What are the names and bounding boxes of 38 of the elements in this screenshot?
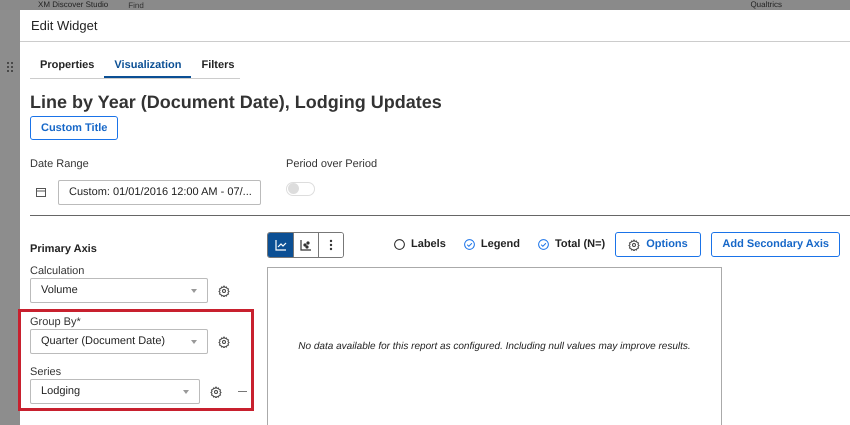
toggle-switch[interactable] xyxy=(286,182,315,196)
options-button[interactable]: Options xyxy=(615,232,701,257)
caret-icon xyxy=(191,340,197,344)
settings-icon[interactable] xyxy=(218,284,230,296)
dropdown[interactable]: Quarter (Document Date) xyxy=(30,329,208,354)
line-chart-icon xyxy=(274,238,286,250)
dialog-title: Edit Widget xyxy=(31,16,98,35)
app-title: XM Discover Studio xyxy=(38,1,108,9)
widget-title: Line by Year (Document Date), Lodging Updates xyxy=(30,91,443,113)
field-label: Series xyxy=(30,366,62,379)
caret-icon xyxy=(191,288,197,292)
date-range-dropdown[interactable]: Custom: 01/01/2016 12:00 AM - 07/... xyxy=(58,180,261,204)
section-heading: Primary Axis xyxy=(30,242,98,256)
calendar-icon xyxy=(36,187,46,197)
chart-type-button[interactable] xyxy=(268,232,293,256)
option-checkbox[interactable]: Total (N=) xyxy=(538,236,606,253)
settings-icon[interactable] xyxy=(218,336,230,348)
custom-title-button[interactable]: Custom Title xyxy=(30,116,118,140)
add-secondary-axis-button[interactable]: Add Secondary Axis xyxy=(711,232,840,256)
settings-icon[interactable] xyxy=(628,238,640,250)
tab[interactable]: Filters xyxy=(191,54,244,78)
field-label: Period over Period xyxy=(286,157,378,172)
dropdown[interactable]: Volume xyxy=(30,278,208,303)
tab[interactable]: Visualization xyxy=(104,54,192,78)
tab[interactable]: Properties xyxy=(30,54,104,78)
dropdown[interactable]: Lodging xyxy=(30,379,200,404)
field-label: Date Range xyxy=(30,157,90,172)
more-icon xyxy=(329,238,333,250)
field-label: Calculation xyxy=(30,265,86,278)
brand-name: Qualtrics xyxy=(750,1,782,9)
caret-icon xyxy=(183,390,189,394)
empty-message: No data available for this report as configured. Including null values may improve results. xyxy=(298,340,691,354)
option-checkbox[interactable]: Legend xyxy=(464,236,520,253)
scatter-chart-icon xyxy=(300,238,312,250)
drag-handle-icon[interactable] xyxy=(7,62,13,72)
field-label: Group By* xyxy=(30,316,82,329)
settings-icon[interactable] xyxy=(210,386,222,398)
option-checkbox[interactable]: Labels xyxy=(394,236,446,253)
